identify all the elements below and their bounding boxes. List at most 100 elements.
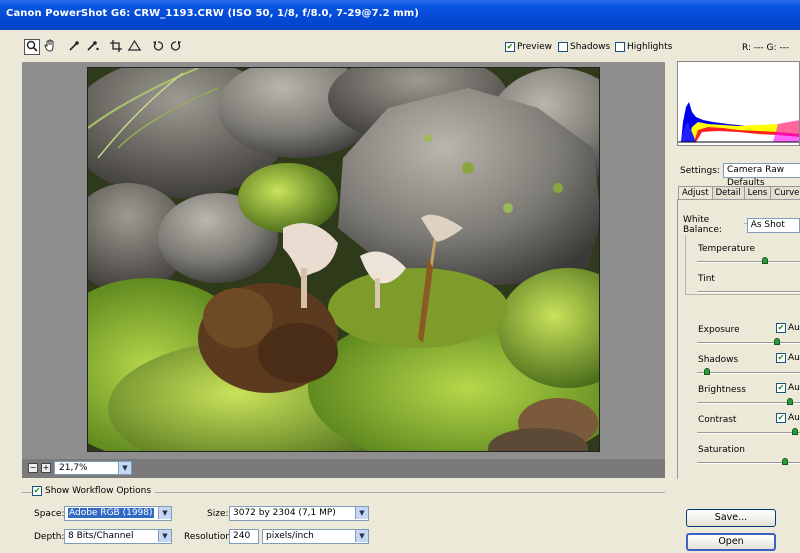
contrast-label: Contrast: [698, 415, 737, 425]
space-label: Space:: [34, 509, 65, 519]
resolution-unit-select[interactable]: pixels/inch ▼: [262, 529, 369, 544]
size-label: Size:: [207, 509, 229, 519]
white-balance-tool-button[interactable]: [66, 39, 82, 55]
straighten-icon: [127, 39, 141, 54]
space-value: Adobe RGB (1998): [68, 508, 154, 518]
save-button[interactable]: Save...: [686, 509, 776, 527]
zoom-tool-button[interactable]: [24, 39, 40, 55]
size-select[interactable]: 3072 by 2304 (7,1 MP) ▼: [229, 506, 369, 521]
chevron-down-icon: ▼: [355, 507, 368, 519]
title-bar: Canon PowerShot G6: CRW_1193.CRW (ISO 50…: [0, 0, 800, 30]
contrast-slider[interactable]: [697, 428, 800, 435]
rotate-right-button[interactable]: [168, 39, 184, 55]
shadows-auto-box[interactable]: ✔: [776, 353, 786, 363]
zoom-in-button[interactable]: +: [41, 463, 51, 473]
exposure-slider[interactable]: [697, 338, 800, 345]
brightness-auto-box[interactable]: ✔: [776, 383, 786, 393]
white-balance-value: As Shot: [750, 219, 785, 230]
adjust-tabs: Adjust Detail Lens Curve: [678, 186, 800, 200]
brightness-label: Brightness: [698, 385, 746, 395]
preview-label: Preview: [517, 42, 553, 52]
rotate-right-icon: [170, 40, 182, 55]
contrast-slider-thumb[interactable]: [792, 428, 798, 435]
toolbar: [0, 30, 800, 62]
contrast-auto-checkbox[interactable]: ✔ Auto: [776, 413, 800, 423]
photo-image: [88, 68, 599, 451]
depth-label: Depth:: [34, 532, 65, 542]
shadows-slider-label: Shadows: [698, 355, 739, 365]
space-select[interactable]: Adobe RGB (1998) ▼: [64, 506, 172, 521]
resolution-label: Resolution:: [184, 532, 235, 542]
color-sampler-tool-button[interactable]: [84, 39, 100, 55]
highlights-label: Highlights: [627, 42, 673, 52]
exposure-slider-thumb[interactable]: [774, 338, 780, 345]
settings-value: Camera Raw Defaults: [726, 165, 785, 188]
temperature-label: Temperature: [698, 244, 756, 254]
crop-icon: [110, 39, 122, 55]
saturation-label: Saturation: [698, 445, 745, 455]
chevron-down-icon: ▼: [118, 462, 131, 474]
highlights-check-box[interactable]: [615, 42, 625, 52]
white-balance-label: White Balance:: [682, 215, 744, 235]
show-workflow-options-checkbox[interactable]: ✔ Show Workflow Options: [32, 486, 156, 496]
rotate-left-button[interactable]: [150, 39, 166, 55]
shadows-auto-label: Auto: [788, 353, 800, 363]
contrast-auto-label: Auto: [788, 413, 800, 423]
settings-select[interactable]: Camera Raw Defaults: [722, 163, 800, 188]
preview-checkbox[interactable]: ✔ Preview: [505, 42, 552, 52]
tint-slider[interactable]: [697, 291, 800, 293]
exposure-auto-label: Auto: [788, 323, 800, 333]
temperature-slider-thumb[interactable]: [762, 257, 768, 264]
highlights-clipping-checkbox[interactable]: Highlights: [615, 42, 672, 52]
tab-detail[interactable]: Detail: [711, 186, 745, 200]
zoom-bar: − + 21,7% ▼: [22, 459, 665, 478]
raw-image-preview[interactable]: [87, 67, 600, 452]
workflow-label: Show Workflow Options: [45, 486, 152, 496]
exposure-label: Exposure: [698, 325, 740, 335]
histogram-graph: [678, 102, 799, 143]
zoom-level-select[interactable]: 21,7% ▼: [54, 461, 132, 475]
depth-value: 8 Bits/Channel: [68, 531, 134, 541]
straighten-tool-button[interactable]: [126, 39, 142, 55]
shadows-check-box[interactable]: [558, 42, 568, 52]
hand-tool-button[interactable]: [42, 39, 58, 55]
chevron-down-icon: ▼: [158, 507, 171, 519]
saturation-slider[interactable]: [697, 458, 800, 465]
brightness-auto-label: Auto: [788, 383, 800, 393]
exposure-auto-box[interactable]: ✔: [776, 323, 786, 333]
chevron-down-icon: ▼: [355, 530, 368, 542]
shadows-slider-thumb[interactable]: [704, 368, 710, 375]
zoom-out-button[interactable]: −: [28, 463, 38, 473]
white-balance-select[interactable]: As Shot: [746, 217, 800, 233]
exposure-auto-checkbox[interactable]: ✔ Auto: [776, 323, 800, 333]
workflow-check-box[interactable]: ✔: [32, 486, 42, 496]
color-sampler-icon: [86, 40, 99, 55]
open-button[interactable]: Open: [686, 533, 776, 551]
window-title: Canon PowerShot G6: CRW_1193.CRW (ISO 50…: [6, 8, 419, 19]
eyedropper-icon: [68, 40, 80, 55]
shadows-slider[interactable]: [697, 368, 800, 375]
resolution-input[interactable]: 240: [229, 529, 259, 544]
magnifier-icon: [26, 40, 38, 55]
tab-adjust[interactable]: Adjust: [678, 186, 713, 200]
tab-curve[interactable]: Curve: [770, 186, 800, 200]
depth-select[interactable]: 8 Bits/Channel ▼: [64, 529, 172, 544]
contrast-auto-box[interactable]: ✔: [776, 413, 786, 423]
shadows-auto-checkbox[interactable]: ✔ Auto: [776, 353, 800, 363]
zoom-level-value: 21,7%: [59, 463, 88, 473]
size-value: 3072 by 2304 (7,1 MP): [233, 508, 336, 518]
crop-tool-button[interactable]: [108, 39, 124, 55]
resolution-unit-value: pixels/inch: [266, 531, 314, 541]
white-balance-row: White Balance: As Shot: [682, 215, 800, 235]
preview-check-box[interactable]: ✔: [505, 42, 515, 52]
brightness-auto-checkbox[interactable]: ✔ Auto: [776, 383, 800, 393]
temperature-slider[interactable]: [697, 257, 800, 264]
brightness-slider-thumb[interactable]: [787, 398, 793, 405]
tint-label: Tint: [698, 274, 715, 284]
shadows-clipping-checkbox[interactable]: Shadows: [558, 42, 610, 52]
tab-lens[interactable]: Lens: [743, 186, 772, 200]
histogram: [677, 61, 800, 146]
saturation-slider-thumb[interactable]: [782, 458, 788, 465]
chevron-down-icon: ▼: [158, 530, 171, 542]
brightness-slider[interactable]: [697, 398, 800, 405]
